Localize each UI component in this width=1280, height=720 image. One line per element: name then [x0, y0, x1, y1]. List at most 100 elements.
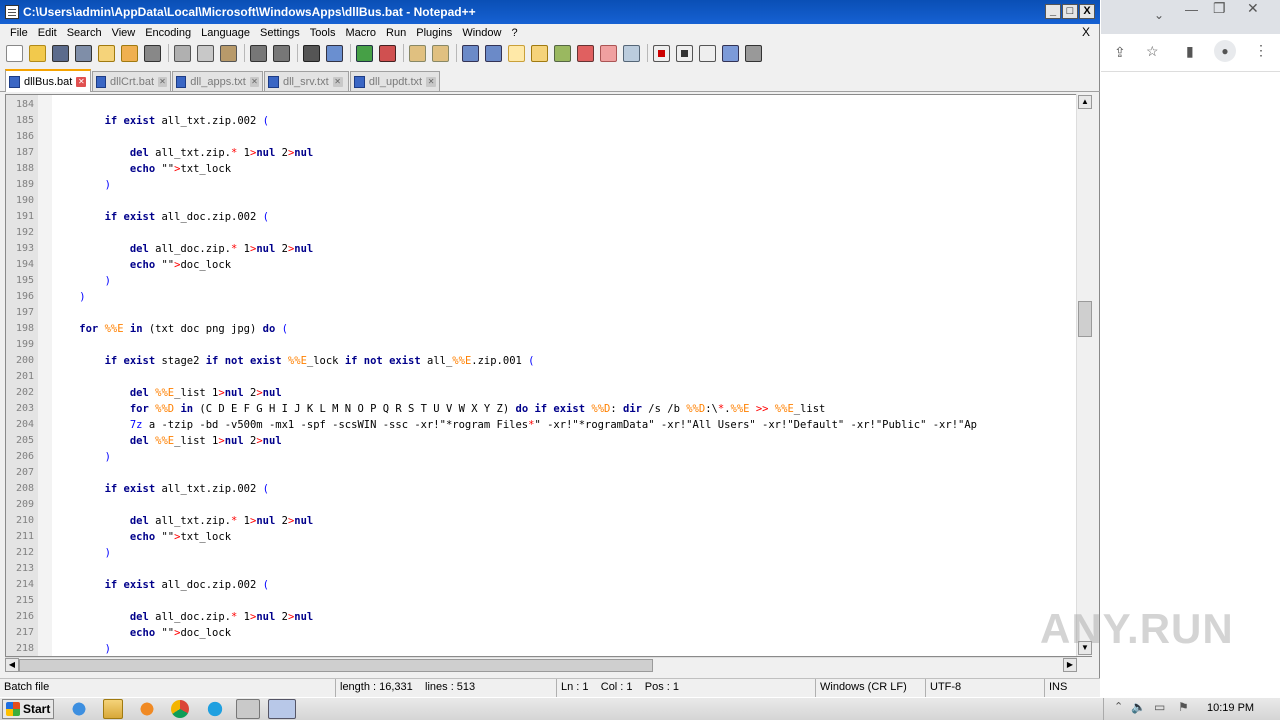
chevron-down-icon[interactable]: ⌄ — [1154, 8, 1164, 22]
menu-macro[interactable]: Macro — [340, 27, 381, 39]
save-icon[interactable] — [52, 44, 69, 62]
playback-icon[interactable] — [699, 44, 716, 62]
menu-help[interactable]: ? — [506, 27, 522, 39]
restore-icon[interactable]: ❐ — [1213, 0, 1226, 17]
tab-dll-srv[interactable]: dll_srv.txt ✕ — [264, 71, 349, 91]
tab-dll-apps[interactable]: dll_apps.txt ✕ — [172, 71, 263, 91]
find-icon[interactable] — [303, 44, 320, 62]
function-list-icon[interactable] — [577, 44, 594, 62]
menu-settings[interactable]: Settings — [255, 27, 305, 39]
zoom-out-icon[interactable] — [379, 44, 396, 62]
paste-icon[interactable] — [220, 44, 237, 62]
open-file-icon[interactable] — [29, 44, 46, 62]
redo-icon[interactable] — [273, 44, 290, 62]
folder-as-workspace-icon[interactable] — [600, 44, 617, 62]
menu-edit[interactable]: Edit — [33, 27, 62, 39]
file-explorer-icon[interactable] — [103, 699, 123, 719]
tab-dllbus[interactable]: dllBus.bat ✕ — [5, 69, 91, 92]
scroll-right-icon[interactable]: ▶ — [1063, 658, 1077, 672]
monitoring-icon[interactable] — [623, 44, 640, 62]
flag-icon[interactable]: ⚑ — [1178, 700, 1189, 714]
show-all-characters-icon[interactable] — [485, 44, 502, 62]
app-window-icon[interactable] — [236, 699, 260, 719]
star-icon[interactable]: ☆ — [1146, 43, 1159, 60]
internet-explorer-icon[interactable] — [67, 699, 91, 719]
close-file-icon[interactable] — [98, 44, 115, 62]
run-macro-multiple-icon[interactable] — [722, 44, 739, 62]
scroll-left-icon[interactable]: ◀ — [5, 658, 19, 672]
minimize-button[interactable]: _ — [1045, 4, 1061, 19]
start-button[interactable]: Start — [2, 699, 54, 719]
code-token: ) — [54, 291, 86, 303]
indent-guide-icon[interactable] — [508, 44, 525, 62]
more-menu-icon[interactable]: ⋮ — [1254, 42, 1268, 59]
menu-language[interactable]: Language — [196, 27, 255, 39]
windows-logo-icon — [6, 702, 20, 716]
horizontal-scroll-thumb[interactable] — [19, 659, 653, 672]
stop-recording-icon[interactable] — [676, 44, 693, 62]
minimize-icon[interactable]: — — [1185, 2, 1198, 17]
close-tab-icon[interactable]: ✕ — [158, 76, 167, 87]
code-token: ( — [262, 483, 269, 495]
profile-avatar-icon[interactable]: ● — [1214, 40, 1236, 62]
close-tab-icon[interactable]: ✕ — [332, 76, 343, 87]
code-token: _list 1 — [174, 435, 219, 447]
notepadpp-taskbar-icon[interactable] — [268, 699, 296, 719]
undo-icon[interactable] — [250, 44, 267, 62]
cut-icon[interactable] — [174, 44, 191, 62]
horizontal-scrollbar[interactable]: ◀ ▶ — [5, 657, 1077, 672]
sync-vertical-icon[interactable] — [409, 44, 426, 62]
code-editor[interactable]: 184 185 186 187 188 189 190 191 192 193 194 195 196 1… — [5, 94, 1092, 657]
menu-tools[interactable]: Tools — [305, 27, 341, 39]
menu-plugins[interactable]: Plugins — [411, 27, 457, 39]
code-line: del all_doc.zip.* 1>nul 2>nul — [54, 609, 313, 625]
save-macro-icon[interactable] — [745, 44, 762, 62]
code-line: echo "">txt_lock — [54, 161, 231, 177]
record-macro-icon[interactable] — [653, 44, 670, 62]
chevron-up-icon[interactable]: ⌃ — [1114, 700, 1123, 713]
menu-file[interactable]: File — [5, 27, 33, 39]
chrome-icon[interactable] — [171, 700, 189, 718]
media-player-icon[interactable] — [135, 699, 159, 719]
word-wrap-icon[interactable] — [462, 44, 479, 62]
close-all-icon[interactable] — [121, 44, 138, 62]
clock[interactable]: 10:19 PM — [1207, 702, 1254, 714]
title-bar: C:\Users\admin\AppData\Local\Microsoft\W… — [0, 0, 1100, 24]
vertical-scrollbar[interactable]: ▲ ▼ — [1076, 94, 1092, 656]
close-tab-icon[interactable]: ✕ — [249, 76, 259, 87]
toolbar-separator — [647, 44, 648, 62]
menu-encoding[interactable]: Encoding — [140, 27, 196, 39]
udl-icon[interactable] — [531, 44, 548, 62]
edge-icon[interactable] — [203, 699, 227, 719]
menu-run[interactable]: Run — [381, 27, 411, 39]
scroll-up-icon[interactable]: ▲ — [1078, 95, 1092, 109]
replace-icon[interactable] — [326, 44, 343, 62]
close-icon[interactable]: ✕ — [1247, 0, 1259, 17]
line-number: 193 — [15, 243, 34, 254]
sync-horizontal-icon[interactable] — [432, 44, 449, 62]
print-icon[interactable] — [144, 44, 161, 62]
save-all-icon[interactable] — [75, 44, 92, 62]
side-panel-icon[interactable]: ▮ — [1186, 43, 1194, 60]
line-number: 194 — [15, 259, 34, 270]
network-icon[interactable]: ▭ — [1154, 700, 1165, 714]
close-tab-icon[interactable]: ✕ — [426, 76, 436, 87]
maximize-button[interactable]: □ — [1062, 4, 1078, 19]
copy-icon[interactable] — [197, 44, 214, 62]
doc-map-icon[interactable] — [554, 44, 571, 62]
vertical-scroll-thumb[interactable] — [1078, 301, 1092, 337]
menu-window[interactable]: Window — [457, 27, 506, 39]
code-token: : — [610, 403, 623, 415]
tab-dll-updt[interactable]: dll_updt.txt ✕ — [350, 71, 440, 91]
status-bar: Batch file length : 16,331 lines : 513 L… — [0, 678, 1100, 698]
speaker-icon[interactable]: 🔈 — [1131, 700, 1146, 714]
close-document-button[interactable]: X — [1082, 25, 1090, 39]
new-file-icon[interactable] — [6, 44, 23, 62]
menu-search[interactable]: Search — [62, 27, 107, 39]
close-tab-icon[interactable]: ✕ — [76, 76, 87, 87]
tab-dllcrt[interactable]: dllCrt.bat ✕ — [92, 71, 171, 91]
share-icon[interactable]: ⇪ — [1114, 44, 1126, 61]
close-button[interactable]: X — [1079, 4, 1095, 19]
menu-view[interactable]: View — [107, 27, 141, 39]
zoom-in-icon[interactable] — [356, 44, 373, 62]
